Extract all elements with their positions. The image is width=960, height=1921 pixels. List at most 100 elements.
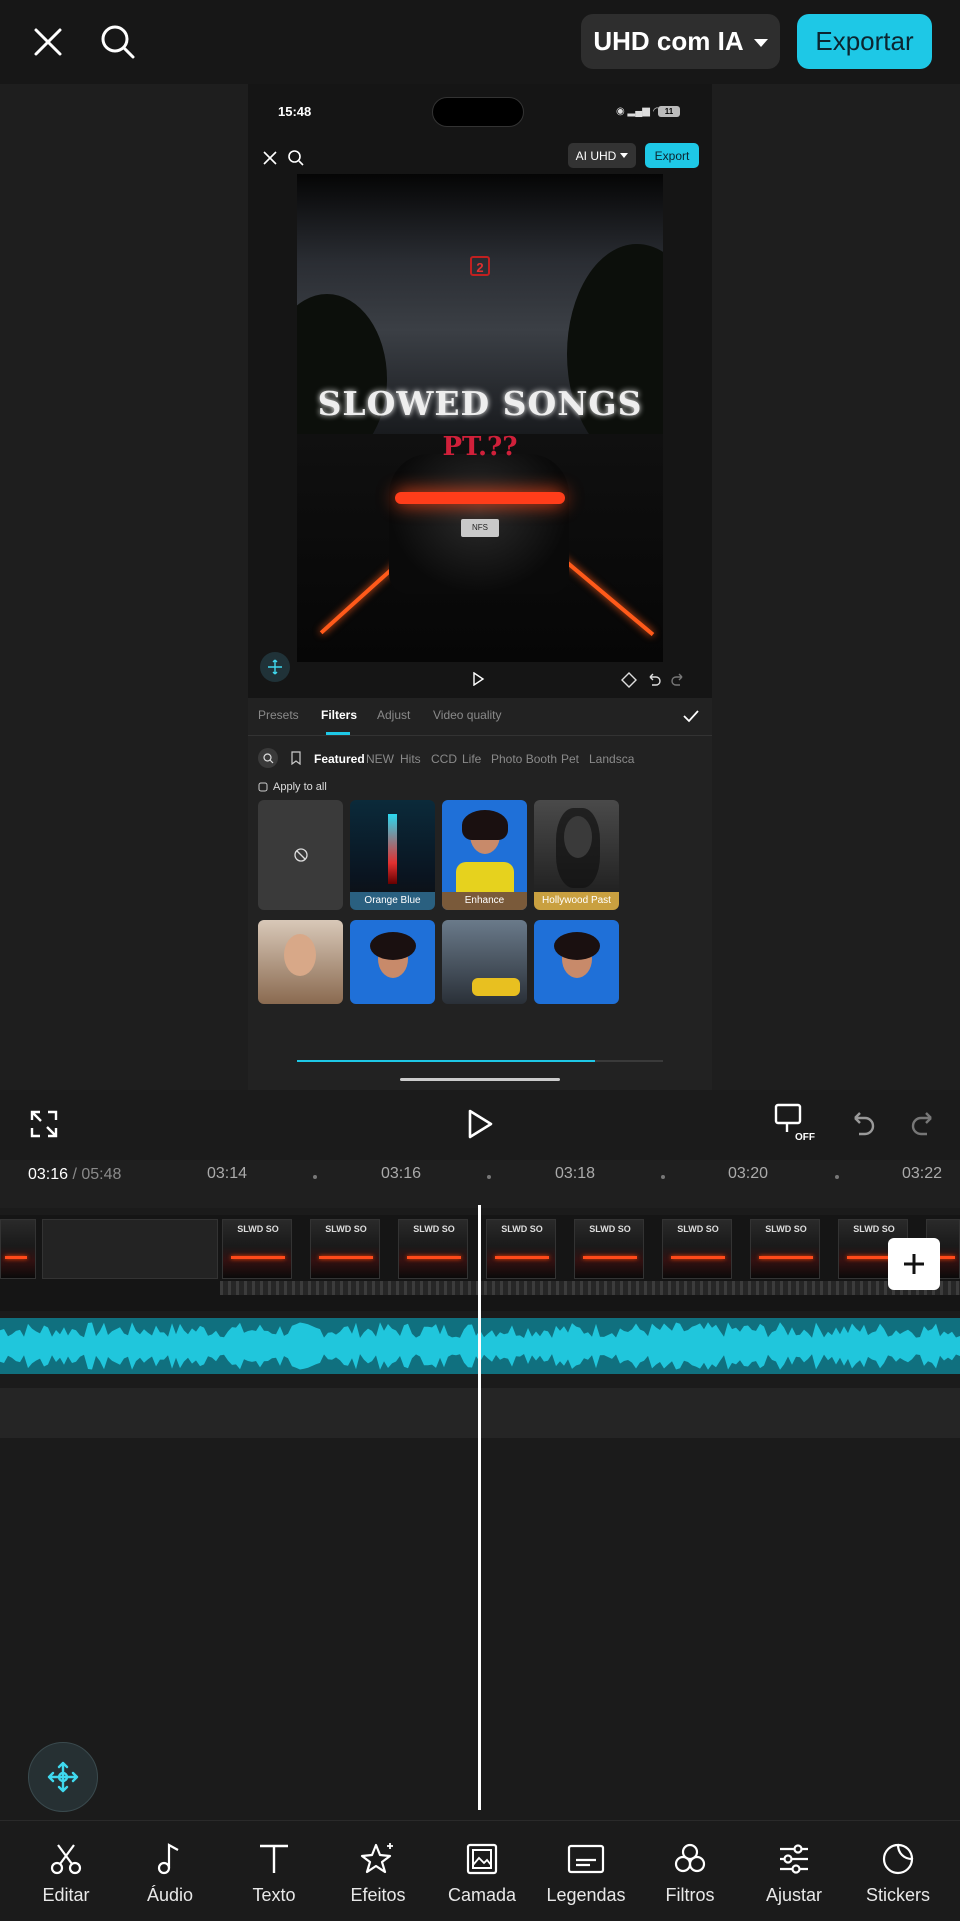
tool-stickers[interactable]: Stickers (846, 1821, 950, 1921)
clip-thumbnail: SLWD SO (574, 1219, 644, 1279)
phone-bookmark-icon (291, 751, 301, 765)
thumb-title: SLWD SO (237, 1224, 279, 1234)
filter-label: Hollywood Past (534, 892, 619, 910)
top-bar: UHD com IA Exportar (0, 0, 960, 84)
tab-presets: Presets (258, 708, 299, 722)
plus-icon (904, 1254, 924, 1274)
tool-efeitos[interactable]: Efeitos (326, 1821, 430, 1921)
portrait-hair (462, 810, 508, 840)
text-icon (254, 1839, 294, 1879)
ruler-tick: 03:22 (902, 1165, 943, 1182)
clip-thumbnail: SLWD SO (662, 1219, 732, 1279)
phone-caret-icon (620, 153, 629, 158)
tab-adjust: Adjust (377, 708, 411, 722)
video-title: SLOWED SONGS (317, 384, 643, 423)
tool-camada[interactable]: Camada (430, 1821, 534, 1921)
filter-hollywood-past: Hollywood Past (534, 800, 619, 910)
phone-quality-label: AI UHD (575, 148, 617, 163)
redo-icon[interactable] (906, 1106, 942, 1142)
filter-thumb (350, 920, 435, 1004)
quality-dropdown[interactable]: UHD com IA (581, 14, 780, 69)
add-clip-button[interactable] (888, 1238, 940, 1290)
export-button[interactable]: Exportar (797, 14, 932, 69)
preview-frame: 15:48 ◉ ▂▄▆ ◠ 11 AI UHD Export NFS 2 SLO… (248, 84, 712, 1090)
music-note-icon (150, 1839, 190, 1879)
phone-close-icon (263, 151, 277, 165)
thumb-lights (671, 1256, 725, 1259)
thumb-title: SLWD SO (677, 1224, 719, 1234)
phone-filter-panel: Presets Filters Adjust Video quality Fea… (248, 698, 712, 1090)
phone-scroll-thumb (297, 1060, 595, 1062)
tool-legendas[interactable]: Legendas (534, 1821, 638, 1921)
phone-search-icon (288, 150, 304, 166)
undo-icon[interactable] (844, 1106, 880, 1142)
category-hits: Hits (400, 752, 421, 766)
filters-icon (670, 1839, 710, 1879)
thumb-lights (759, 1256, 813, 1259)
phone-check-icon (683, 710, 699, 723)
phone-keyframe-icon (621, 672, 637, 688)
clip-thumbnail: SLWD SO (486, 1219, 556, 1279)
thumb-lights (231, 1256, 285, 1259)
fullscreen-icon[interactable] (26, 1106, 62, 1142)
phone-play-icon (473, 672, 485, 686)
clip-thumbnail: SLWD SO (398, 1219, 468, 1279)
ruler-dot (661, 1175, 665, 1179)
tool-label: Stickers (865, 1885, 930, 1905)
video-subtitle: PT.?? (442, 432, 518, 462)
search-icon[interactable] (98, 22, 138, 62)
quality-label: UHD com IA (593, 26, 744, 56)
video-badge: 2 (470, 256, 490, 276)
category-landscape: Landsca (589, 752, 635, 766)
taxi-image (472, 978, 520, 996)
tool-audio[interactable]: Áudio (118, 1821, 222, 1921)
filter-label: Orange Blue (350, 892, 435, 910)
filter-label: Enhance (442, 892, 527, 910)
battery-indicator: 11 (658, 106, 680, 117)
tool-label: Áudio (146, 1885, 194, 1905)
filter-thumb (258, 920, 343, 1004)
apply-to-all: Apply to all (258, 781, 327, 793)
playhead[interactable] (478, 1205, 481, 1810)
thumb-title: SLWD SO (501, 1224, 543, 1234)
clip-thumbnail: SLWD SO (222, 1219, 292, 1279)
none-icon (293, 848, 308, 862)
phone-status-bar: 15:48 ◉ ▂▄▆ ◠ 11 (248, 84, 712, 144)
ruler-tick: 03:16 (381, 1165, 422, 1182)
filter-enhance: Enhance (442, 800, 527, 910)
category-pet: Pet (561, 752, 580, 766)
ruler-tick: 03:20 (728, 1165, 769, 1182)
tool-texto[interactable]: Texto (222, 1821, 326, 1921)
portrait-face (284, 934, 316, 976)
scissors-icon (46, 1839, 86, 1879)
assistant-button[interactable] (28, 1742, 98, 1812)
bottom-toolbar: Editar Áudio Texto Efeitos Camada Legend… (0, 1820, 960, 1920)
phone-export-button: Export (645, 143, 699, 168)
layers-icon (258, 782, 268, 792)
category-new: NEW (366, 752, 394, 766)
clip-thumbnail-blank (42, 1219, 218, 1279)
svg-text:OFF: OFF (795, 1132, 815, 1142)
clip-thumbnail: SLWD SO (310, 1219, 380, 1279)
clip-thumbnail (0, 1219, 36, 1279)
playback-controls: OFF (0, 1090, 960, 1160)
tool-editar[interactable]: Editar (14, 1821, 118, 1921)
tool-ajustar[interactable]: Ajustar (742, 1821, 846, 1921)
thumb-title: SLWD SO (589, 1224, 631, 1234)
ruler-tick: 03:18 (555, 1165, 596, 1182)
portrait-hair (370, 932, 416, 960)
keyframe-off-icon[interactable]: OFF (772, 1100, 816, 1144)
ruler-dot (835, 1175, 839, 1179)
time-readout: 03:16 / 05:48 (28, 1166, 121, 1184)
close-icon[interactable] (28, 22, 68, 62)
clip-thumbnail: SLWD SO (750, 1219, 820, 1279)
filter-thumb (534, 920, 619, 1004)
license-plate: NFS (461, 519, 499, 537)
tool-filtros[interactable]: Filtros (638, 1821, 742, 1921)
tool-label: Editar (42, 1885, 90, 1905)
tool-label: Texto (252, 1885, 296, 1905)
captions-icon (566, 1839, 606, 1879)
sparkle-star-icon (358, 1839, 398, 1879)
thumb-lights (407, 1256, 461, 1259)
play-icon[interactable] (460, 1104, 500, 1144)
